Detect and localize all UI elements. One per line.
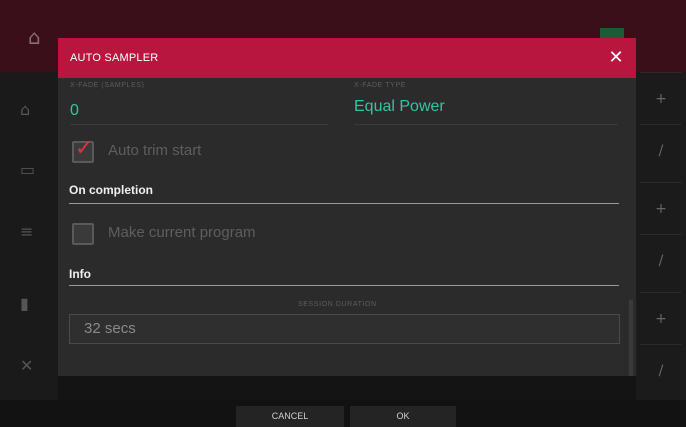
xy-icon: ✕ — [20, 356, 34, 375]
xfade-samples-label: X-FADE (SAMPLES) — [70, 82, 145, 89]
xfade-samples-underline — [70, 124, 328, 125]
auto-trim-label: Auto trim start — [108, 142, 202, 159]
list-icon: ▭ — [20, 160, 36, 179]
close-button[interactable]: ✕ — [604, 46, 628, 70]
menu-icon: ≡ — [20, 222, 34, 241]
background-left-rail: ⌂ ▭ ≡ ▮ ✕ — [0, 72, 58, 402]
rail-item: + — [640, 292, 682, 345]
session-duration-field: 32 secs — [69, 314, 620, 344]
rail-item: / — [640, 344, 682, 397]
xfade-type-label: X-FADE TYPE — [354, 82, 406, 89]
auto-sampler-dialog: AUTO SAMPLER ✕ X-FADE (SAMPLES) 0 X-FADE… — [58, 38, 636, 376]
ok-button[interactable]: OK — [350, 406, 456, 427]
scrollbar-thumb[interactable] — [629, 300, 633, 376]
home-icon: ⌂ — [28, 25, 41, 49]
make-current-program-checkbox[interactable] — [72, 223, 94, 245]
xfade-type-underline — [354, 124, 618, 125]
close-icon: ✕ — [608, 47, 624, 68]
checkmark-icon: ✓ — [75, 136, 94, 161]
dialog-header: AUTO SAMPLER ✕ — [58, 38, 636, 78]
session-duration-value: 32 secs — [84, 320, 136, 337]
levels-icon: ▮ — [20, 294, 29, 313]
dialog-title: AUTO SAMPLER — [70, 52, 159, 64]
rail-item: / — [640, 234, 682, 287]
xfade-type-value[interactable]: Equal Power — [354, 98, 445, 116]
rail-item: / — [640, 124, 682, 177]
xfade-samples-value[interactable]: 0 — [70, 102, 79, 120]
info-heading: Info — [69, 267, 91, 281]
make-current-program-label: Make current program — [108, 224, 256, 241]
on-completion-rule — [69, 203, 619, 204]
on-completion-heading: On completion — [69, 183, 153, 197]
info-rule — [69, 285, 619, 286]
rail-item: + — [640, 182, 682, 235]
rail-item: + — [640, 72, 682, 125]
home-icon: ⌂ — [20, 100, 31, 119]
auto-trim-checkbox[interactable]: ✓ — [72, 136, 94, 163]
cancel-button[interactable]: CANCEL — [236, 406, 344, 427]
session-duration-label: SESSION DURATION — [298, 301, 377, 308]
background-right-rail: + / + / + / — [636, 72, 686, 402]
